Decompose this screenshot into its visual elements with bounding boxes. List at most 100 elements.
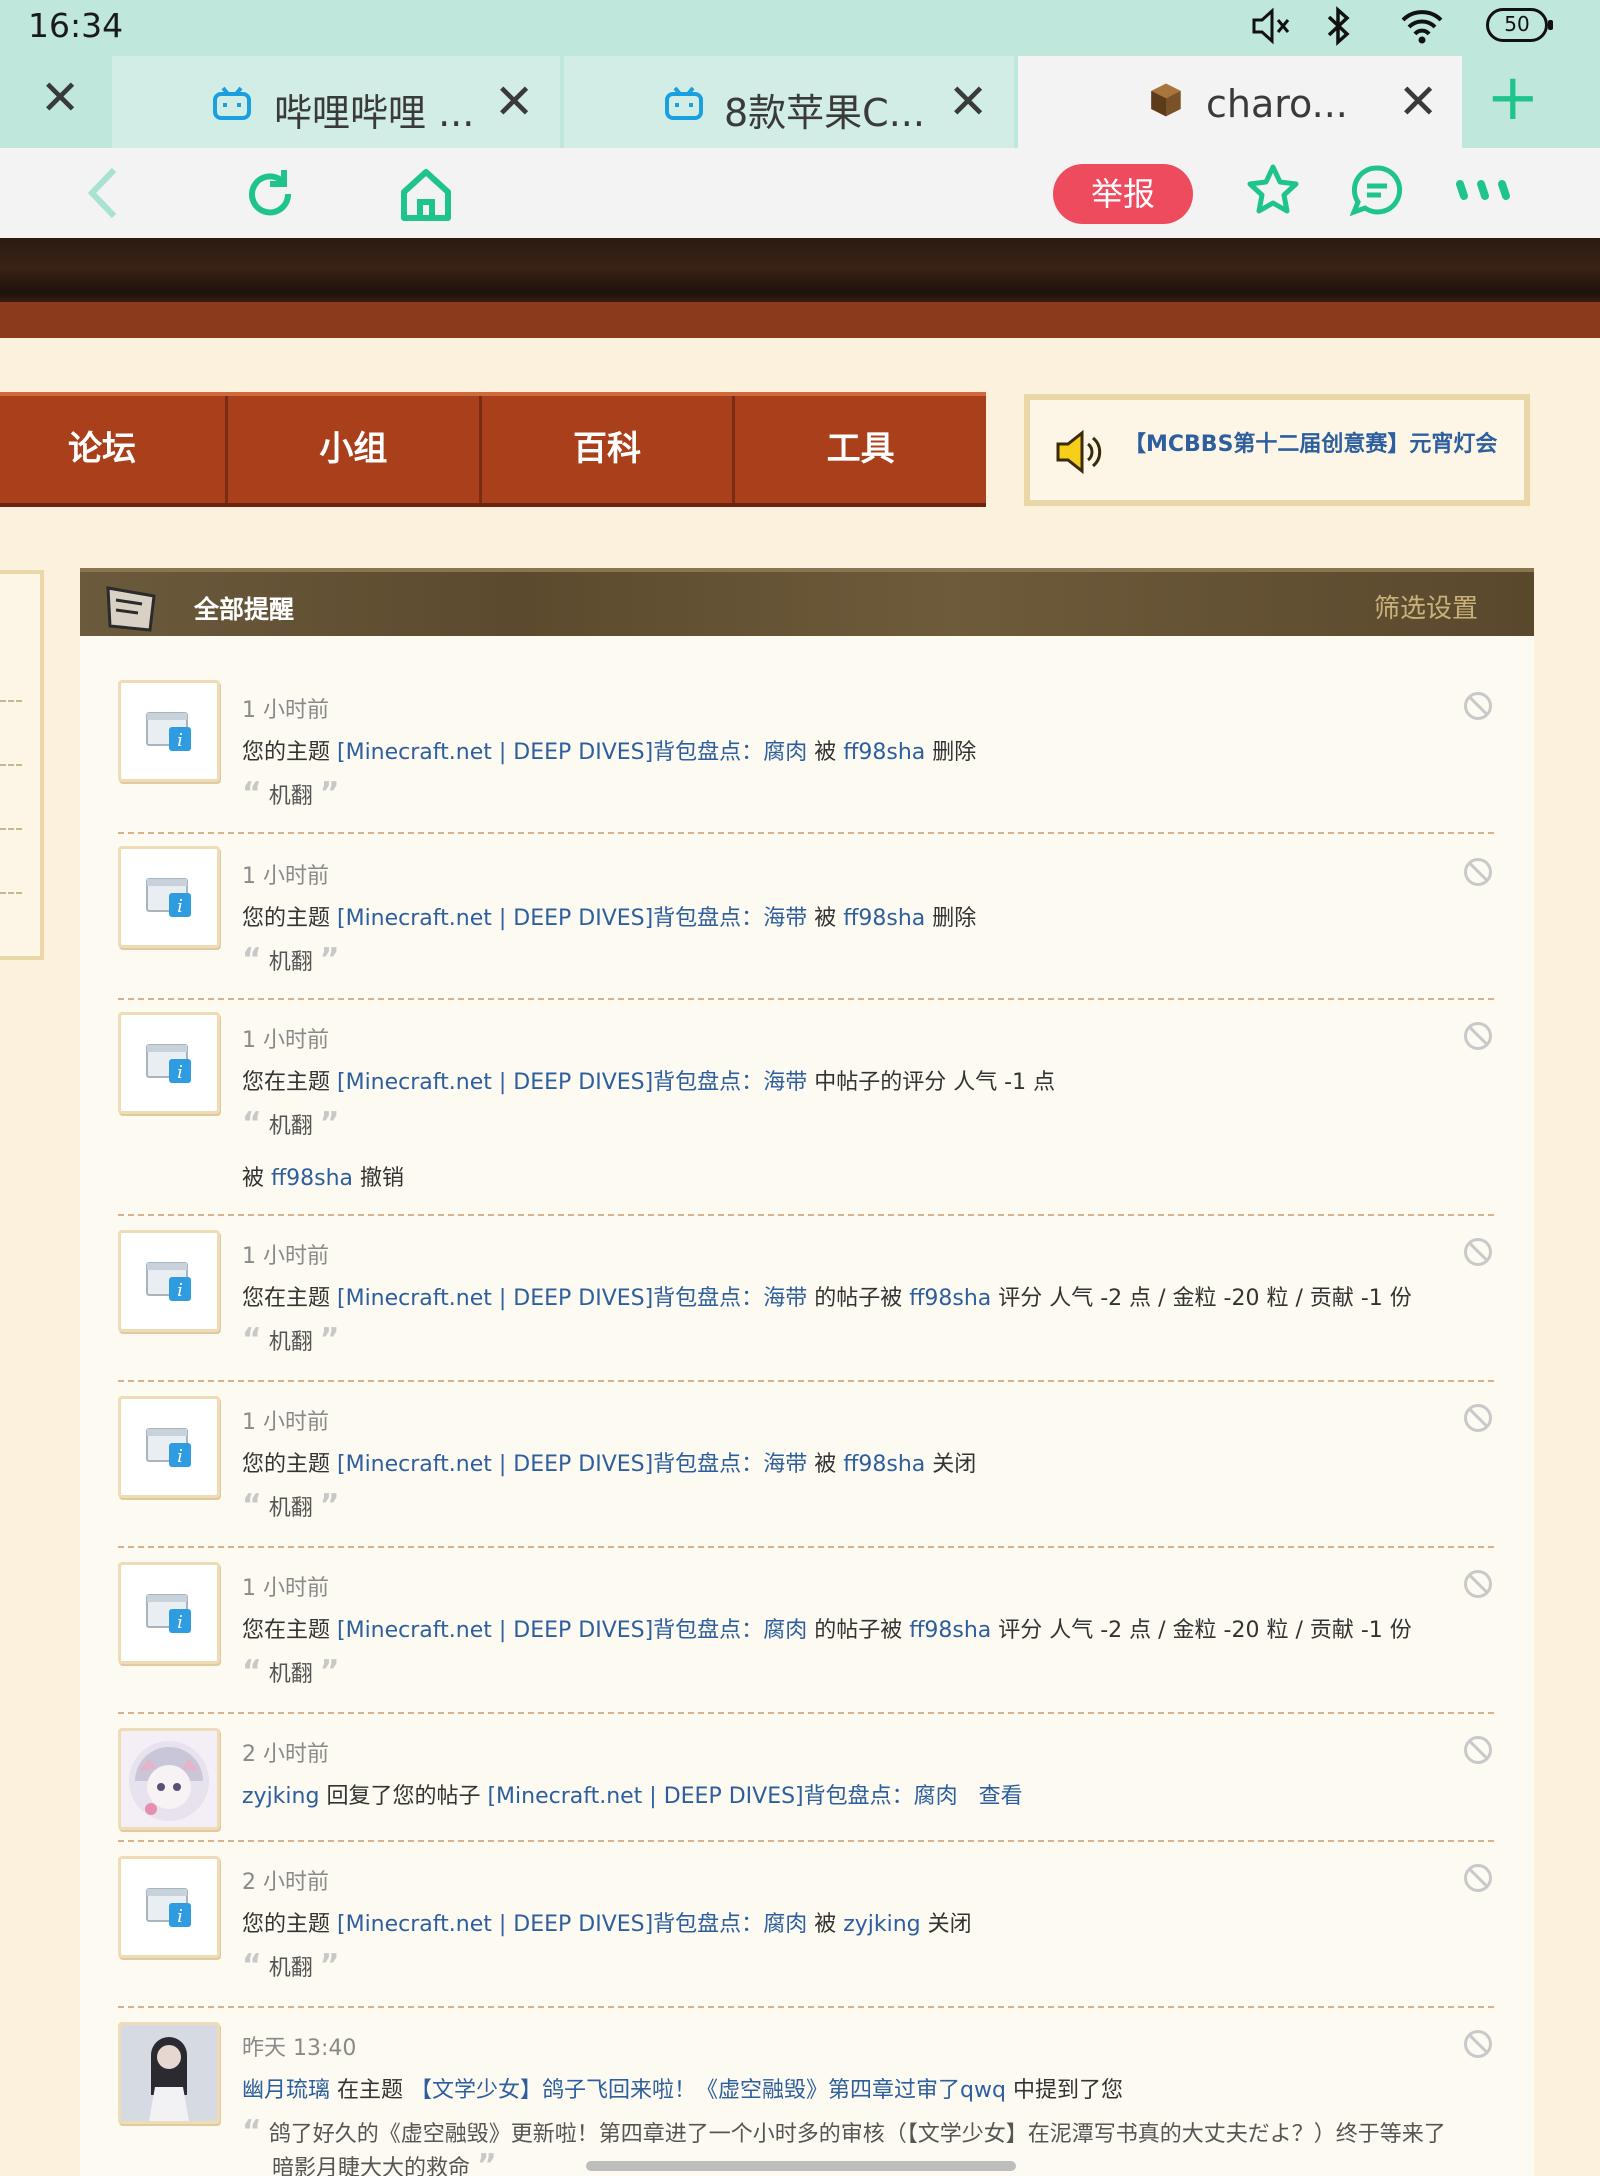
notification-quote: “ 机翻 ” — [242, 776, 340, 811]
horizontal-scrollbar[interactable] — [586, 2161, 1016, 2171]
close-icon[interactable]: ✕ — [948, 78, 988, 126]
topic-link[interactable]: [Minecraft.net | DEEP DIVES]背包盘点： — [337, 1070, 763, 1095]
svg-text:i: i — [177, 896, 183, 917]
new-tab-icon[interactable]: + — [1486, 66, 1540, 130]
post-link[interactable]: 海带 — [763, 1286, 807, 1311]
star-icon[interactable] — [1244, 162, 1302, 220]
close-all-icon[interactable]: ✕ — [40, 74, 80, 122]
nav-wiki[interactable]: 百科 — [482, 396, 736, 503]
notification-item: i 1 小时前 您的主题 [Minecraft.net | DEEP DIVES… — [118, 1382, 1494, 1548]
report-button[interactable]: 举报 — [1053, 164, 1193, 224]
nav-groups[interactable]: 小组 — [228, 396, 482, 503]
user-link[interactable]: ff98sha — [271, 1166, 353, 1191]
left-sidebar — [0, 570, 44, 960]
user-link[interactable]: ff98sha — [909, 1618, 991, 1643]
user-avatar[interactable] — [118, 1728, 220, 1830]
notification-item: 昨天 13:40 幽月琉璃 在主题 【文学少女】鸽子飞回来啦！《虚空融毁》第四章… — [118, 2008, 1494, 2176]
post-link[interactable]: 腐肉 — [763, 1618, 807, 1643]
info-window-icon: i — [146, 1262, 191, 1301]
nav-forum[interactable]: 论坛 — [0, 396, 228, 503]
notification-time: 1 小时前 — [242, 1028, 329, 1053]
text-part: 评分 人气 -2 点 / 金粒 -20 粒 / 贡献 -1 份 — [991, 1286, 1412, 1311]
user-link[interactable]: ff98sha — [843, 906, 925, 931]
text-part: 中提到了您 — [1005, 2078, 1123, 2103]
post-link[interactable]: 腐肉 — [914, 1784, 958, 1809]
topic-link[interactable]: [Minecraft.net | DEEP DIVES]背包盘点： — [337, 1618, 763, 1643]
nav-tools[interactable]: 工具 — [735, 396, 986, 503]
user-link[interactable]: ff98sha — [843, 1452, 925, 1477]
notifications-panel: 全部提醒 筛选设置 i 1 小时前 您的主题 [Minecraft.net | … — [80, 568, 1534, 2176]
topic-link[interactable]: [Minecraft.net | DEEP DIVES]背包盘点： — [487, 1784, 913, 1809]
notification-quote: “ 机翻 ” — [242, 1322, 340, 1357]
topic-link[interactable]: [Minecraft.net | DEEP DIVES]背包盘点： — [337, 1912, 763, 1937]
battery-icon: 50 — [1486, 8, 1553, 42]
status-bar: 16:34 50 — [0, 0, 1600, 52]
view-link[interactable]: 查看 — [979, 1784, 1023, 1809]
post-link[interactable]: 海带 — [763, 906, 807, 931]
more-icon[interactable] — [1454, 178, 1514, 202]
quote-text: 机翻 — [268, 950, 313, 975]
ignore-icon[interactable] — [1464, 1022, 1492, 1050]
notification-time: 2 小时前 — [242, 1870, 329, 1895]
text-part: 回复了您的帖子 — [319, 1784, 488, 1809]
system-avatar: i — [118, 846, 220, 948]
quote-text: 机翻 — [268, 1114, 313, 1139]
user-link[interactable]: 幽月琉璃 — [242, 2078, 330, 2103]
topic-link[interactable]: [Minecraft.net | DEEP DIVES]背包盘点： — [337, 740, 763, 765]
topic-link[interactable]: 【文学少女】鸽子飞回来啦！《虚空融毁》第四章过审了qwq — [410, 2078, 1006, 2103]
post-link[interactable]: 腐肉 — [763, 740, 807, 765]
close-icon[interactable]: ✕ — [494, 78, 534, 126]
ignore-icon[interactable] — [1464, 692, 1492, 720]
speaker-icon — [1056, 429, 1102, 475]
text-part: 您的主题 — [242, 740, 337, 765]
ignore-icon[interactable] — [1464, 1570, 1492, 1598]
ignore-icon[interactable] — [1464, 858, 1492, 886]
filter-settings-link[interactable]: 筛选设置 — [1374, 588, 1478, 625]
notification-text: 您的主题 [Minecraft.net | DEEP DIVES]背包盘点：腐肉… — [242, 734, 976, 766]
post-link[interactable]: 腐肉 — [763, 1912, 807, 1937]
tab-apple[interactable]: 8款苹果C... ✕ — [564, 56, 1014, 148]
minecraft-block-icon — [1151, 83, 1181, 117]
divider — [0, 828, 22, 830]
notification-quote: “ 机翻 ” — [242, 1488, 340, 1523]
ignore-icon[interactable] — [1464, 1404, 1492, 1432]
notification-item: i 1 小时前 您在主题 [Minecraft.net | DEEP DIVES… — [118, 1216, 1494, 1382]
notification-quote: “ 机翻 ” — [242, 1654, 340, 1689]
home-icon[interactable] — [398, 164, 454, 224]
user-link[interactable]: ff98sha — [843, 740, 925, 765]
text-part: 关闭 — [920, 1912, 972, 1937]
ignore-icon[interactable] — [1464, 1238, 1492, 1266]
refresh-icon[interactable] — [240, 164, 300, 224]
divider — [0, 892, 22, 894]
ignore-icon[interactable] — [1464, 2030, 1492, 2058]
ignore-icon[interactable] — [1464, 1864, 1492, 1892]
comment-icon[interactable] — [1348, 162, 1406, 220]
topic-link[interactable]: [Minecraft.net | DEEP DIVES]背包盘点： — [337, 906, 763, 931]
post-link[interactable]: 海带 — [763, 1070, 807, 1095]
user-link[interactable]: zyjking — [242, 1784, 319, 1809]
tab-label: 哔哩哔哩 ... — [274, 91, 474, 135]
system-avatar: i — [118, 1230, 220, 1332]
text-part: 您在主题 — [242, 1286, 337, 1311]
tab-active[interactable]: charo... ✕ — [1018, 56, 1462, 148]
topic-link[interactable]: [Minecraft.net | DEEP DIVES]背包盘点： — [337, 1452, 763, 1477]
user-avatar[interactable] — [118, 2022, 220, 2124]
back-icon[interactable] — [82, 164, 126, 222]
close-icon[interactable]: ✕ — [1398, 78, 1438, 126]
bluetooth-icon — [1320, 4, 1356, 48]
topic-link[interactable]: [Minecraft.net | DEEP DIVES]背包盘点： — [337, 1286, 763, 1311]
notification-text: 您的主题 [Minecraft.net | DEEP DIVES]背包盘点：海带… — [242, 1446, 976, 1478]
user-link[interactable]: zyjking — [843, 1912, 920, 1937]
tab-label: 8款苹果C... — [724, 91, 925, 135]
post-link[interactable]: 海带 — [763, 1452, 807, 1477]
ignore-icon[interactable] — [1464, 1736, 1492, 1764]
status-time: 16:34 — [28, 6, 124, 45]
user-link[interactable]: ff98sha — [909, 1286, 991, 1311]
text-part: 您在主题 — [242, 1618, 337, 1643]
tab-bilibili[interactable]: 哔哩哔哩 ... ✕ — [112, 56, 560, 148]
text-part: 您的主题 — [242, 1912, 337, 1937]
panel-title: 全部提醒 — [194, 595, 295, 624]
bilibili-icon — [665, 86, 703, 120]
text-part: 您的主题 — [242, 1452, 337, 1477]
announcement-link[interactable]: 【MCBBS第十二届创意赛】元宵灯会 — [1124, 426, 1497, 458]
